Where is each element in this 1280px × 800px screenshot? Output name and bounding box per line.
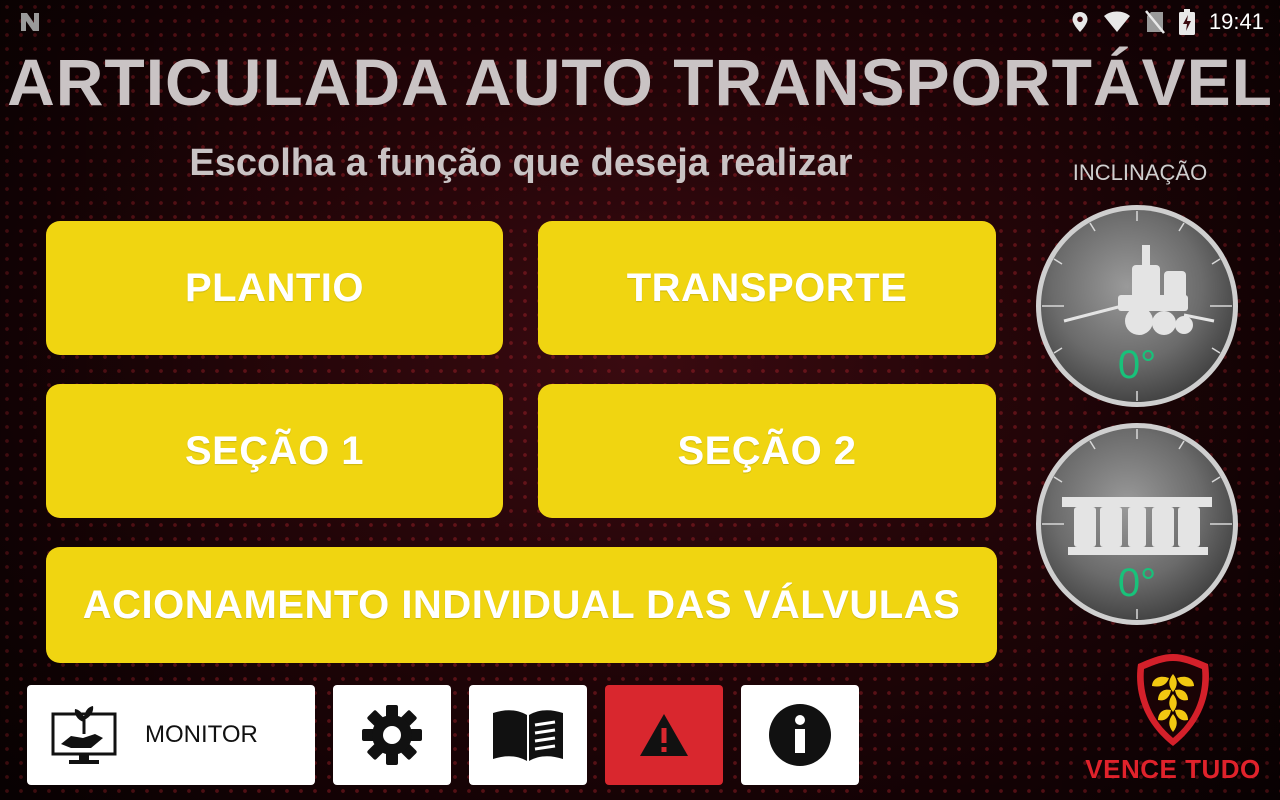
- side-inclination-value: 0°: [1117, 343, 1157, 387]
- secao-1-button-label: SEÇÃO 1: [184, 428, 365, 473]
- manual-button[interactable]: [469, 685, 587, 785]
- monitor-button[interactable]: MONITOR: [27, 685, 315, 785]
- location-icon: [1072, 12, 1088, 32]
- settings-button[interactable]: [333, 685, 451, 785]
- planter-rear-silhouette: [1062, 497, 1212, 555]
- inclination-label: INCLINAÇÃO: [1072, 160, 1208, 185]
- book-icon: [493, 710, 563, 761]
- secao-2-button-label: SEÇÃO 2: [677, 428, 857, 473]
- plantio-button[interactable]: PLANTIO: [46, 221, 503, 355]
- page-title: ARTICULADA AUTO TRANSPORTÁVEL: [7, 45, 1273, 119]
- no-sim-icon: [1144, 10, 1165, 34]
- secao-1-button[interactable]: SEÇÃO 1: [46, 384, 503, 518]
- monitor-button-label: MONITOR: [145, 721, 258, 748]
- clock: 19:41: [1208, 9, 1264, 34]
- side-inclination-gauge: 0°: [1034, 203, 1240, 409]
- gear-icon: [362, 705, 422, 765]
- info-icon: [769, 704, 831, 766]
- alerts-button[interactable]: [605, 685, 723, 785]
- rear-inclination-value: 0°: [1117, 561, 1157, 605]
- status-bar: 19:41: [0, 0, 1280, 44]
- wifi-icon: [1103, 11, 1130, 32]
- secao-2-button[interactable]: SEÇÃO 2: [538, 384, 996, 518]
- transporte-button[interactable]: TRANSPORTE: [538, 221, 996, 355]
- battery-charging-icon: [1178, 9, 1195, 35]
- valvulas-button[interactable]: ACIONAMENTO INDIVIDUAL DAS VÁLVULAS: [46, 547, 997, 663]
- plantio-button-label: PLANTIO: [184, 265, 365, 310]
- monitor-plant-icon: [51, 706, 117, 764]
- rear-inclination-gauge: 0°: [1034, 421, 1240, 627]
- page-subtitle: Escolha a função que deseja realizar: [189, 142, 853, 184]
- warning-icon: [640, 714, 688, 756]
- brand-logo: VENCE TUDO: [1072, 650, 1274, 790]
- brand-name: VENCE TUDO: [1085, 754, 1261, 784]
- transporte-button-label: TRANSPORTE: [626, 265, 908, 310]
- n-notification-icon: [21, 13, 39, 31]
- info-button[interactable]: [741, 685, 859, 785]
- valvulas-button-label: ACIONAMENTO INDIVIDUAL DAS VÁLVULAS: [82, 582, 961, 627]
- wheat-shield-icon: [1137, 654, 1209, 746]
